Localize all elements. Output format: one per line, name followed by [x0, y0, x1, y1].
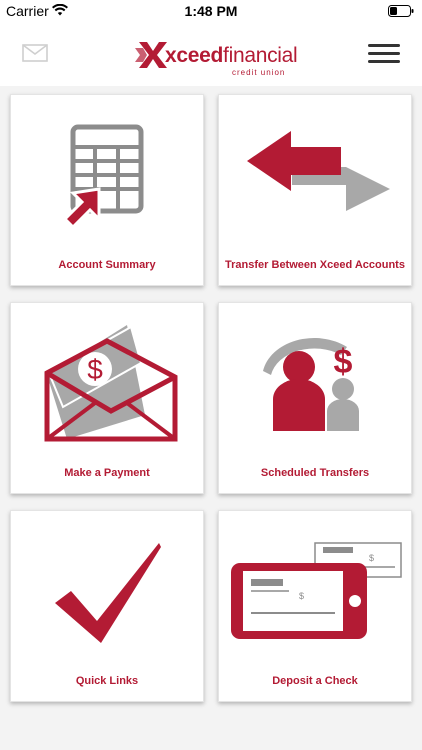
svg-text:$: $: [87, 354, 103, 385]
tile-transfer-between-accounts[interactable]: Transfer Between Xceed Accounts: [218, 94, 412, 286]
xceed-logo: xceedfinancial credit union: [135, 42, 298, 82]
tile-label: Scheduled Transfers: [260, 467, 370, 479]
tile-label: Deposit a Check: [272, 675, 358, 687]
tile-label: Transfer Between Xceed Accounts: [225, 259, 405, 271]
tile-label: Account Summary: [58, 259, 156, 271]
svg-text:$: $: [334, 343, 353, 381]
tile-deposit-a-check[interactable]: $ $ Deposit a Check: [218, 510, 412, 702]
tile-account-summary[interactable]: Account Summary: [10, 94, 204, 286]
status-bar: Carrier 1:48 PM: [0, 0, 422, 24]
logo-x-mark-icon: [135, 42, 167, 68]
tile-scheduled-transfers[interactable]: $ Scheduled Transfers: [218, 302, 412, 494]
tile-make-a-payment[interactable]: $ Make a Payment: [10, 302, 204, 494]
hamburger-menu-icon[interactable]: [368, 44, 400, 64]
logo-subtitle: credit union: [232, 68, 286, 77]
logo-wordmark: xceedfinancial: [165, 44, 298, 67]
mail-icon[interactable]: [22, 44, 48, 62]
svg-text:$: $: [369, 553, 374, 563]
tile-label: Make a Payment: [64, 467, 150, 479]
status-time: 1:48 PM: [184, 3, 238, 19]
tile-label: Quick Links: [75, 675, 139, 687]
app-header: xceedfinancial credit union: [0, 24, 422, 86]
tile-quick-links[interactable]: Quick Links: [10, 510, 204, 702]
svg-text:$: $: [299, 591, 304, 601]
battery-icon: [388, 5, 414, 17]
